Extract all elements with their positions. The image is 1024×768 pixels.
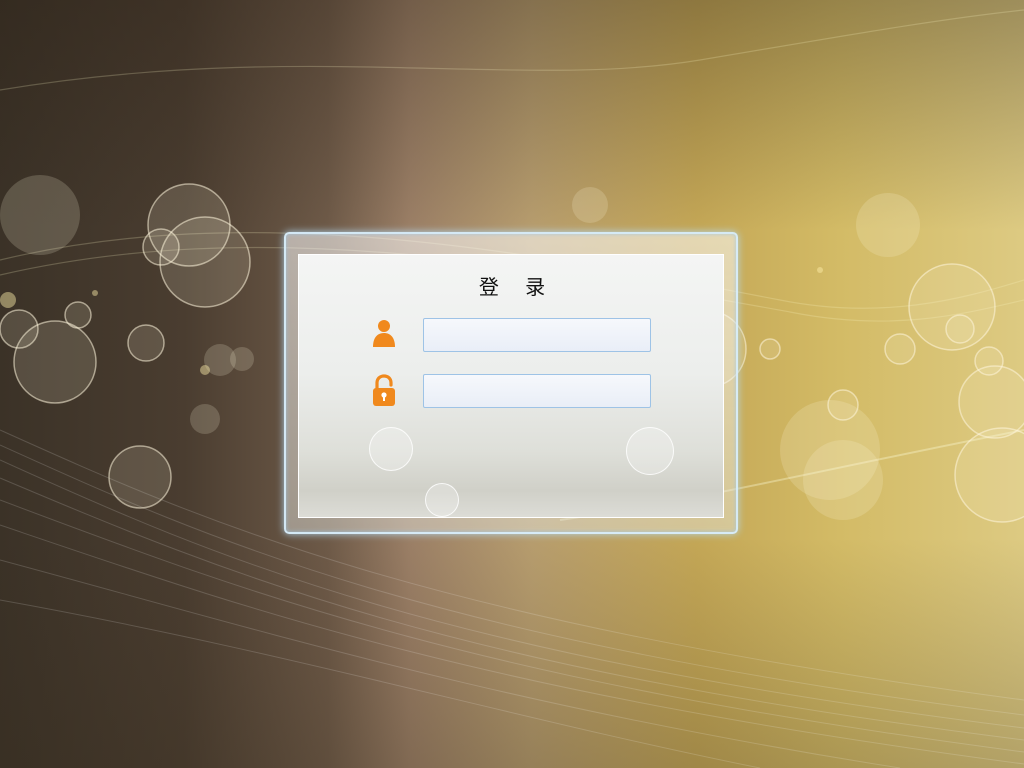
login-dialog: 登 录: [284, 232, 738, 534]
username-input[interactable]: [423, 318, 651, 352]
password-input[interactable]: [423, 374, 651, 408]
login-panel: 登 录: [298, 254, 724, 518]
password-row: [369, 373, 659, 409]
login-title: 登 录: [478, 275, 556, 299]
padlock-icon: [369, 373, 399, 409]
login-screen-background: 登 录: [0, 0, 1024, 768]
username-row: [369, 317, 659, 353]
panel-bokeh-circle: [626, 427, 674, 475]
panel-bokeh-circle: [369, 427, 413, 471]
panel-bokeh-circle: [425, 483, 459, 517]
user-icon: [369, 317, 399, 353]
